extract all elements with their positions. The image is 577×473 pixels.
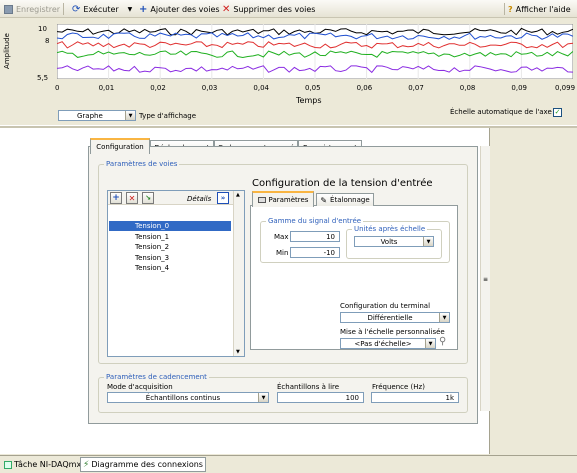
x-icon: ✕ — [222, 3, 231, 15]
x-tick: 0 — [55, 84, 60, 92]
remove-channel-button[interactable]: ✕ — [126, 192, 138, 204]
scroll-up-icon[interactable]: ▲ — [236, 192, 240, 198]
x-tick: 0,07 — [408, 84, 424, 92]
scaled-units-label: Unités après échelle — [352, 225, 428, 233]
details-label: Détails — [187, 195, 212, 203]
terminal-config-select[interactable]: Différentielle ▼ — [340, 312, 450, 323]
x-tick: 0,03 — [201, 84, 218, 92]
acquisition-mode-label: Mode d'acquisition — [107, 383, 173, 391]
tab-daqmx-task[interactable]: Tâche NI-DAQmx — [2, 457, 83, 472]
x-tick: 0,09 — [511, 84, 527, 92]
display-type-label: Type d'affichage — [139, 112, 197, 120]
autoscale-checkbox[interactable]: ✓ — [553, 108, 562, 117]
channel-list[interactable] — [107, 190, 245, 357]
chevron-down-icon: ▼ — [125, 111, 135, 120]
x-tick: 0,08 — [459, 84, 476, 92]
channel-list-scrollbar[interactable]: ▲ ▼ — [233, 191, 244, 356]
x-tick: 0,04 — [253, 84, 269, 92]
panel-scrollbar[interactable]: ≡ — [480, 146, 490, 411]
min-label: Min — [276, 249, 289, 257]
help-button[interactable]: ? Afficher l'aide — [508, 3, 571, 15]
channel-list-item[interactable]: Tension_3 — [109, 253, 231, 263]
channel-settings-label: Paramètres de voies — [104, 160, 180, 168]
x-tick: 0,06 — [356, 84, 373, 92]
help-icon: ? — [508, 4, 513, 14]
y-tick: 8 — [45, 37, 50, 45]
acquisition-mode-select[interactable]: Échantillons continus ▼ — [107, 392, 269, 403]
add-channel-button[interactable]: + — [110, 192, 122, 204]
refresh-icon: ⟳ — [72, 3, 81, 15]
y-axis-label: Amplitude — [3, 33, 11, 69]
save-icon — [4, 4, 13, 14]
custom-scaling-label: Mise à l'échelle personnalisée — [340, 328, 445, 336]
toolbar: Enregistrer ⟳ Exécuter ▼ + Ajouter des v… — [0, 0, 577, 18]
terminal-config-label: Configuration du terminal — [340, 302, 431, 310]
chevron-down-icon: ▼ — [423, 237, 433, 246]
autoscale-label: Échelle automatique de l'axe Y — [450, 108, 559, 116]
edit-icon: ↘ — [145, 194, 151, 202]
create-scale-icon[interactable]: ⚲ — [439, 336, 446, 347]
wrench-icon: ✎ — [320, 195, 328, 205]
x-tick: 0,099 — [555, 84, 576, 92]
max-label: Max — [274, 233, 289, 241]
channel-list-item[interactable]: Tension_0 — [109, 221, 231, 231]
scroll-down-icon[interactable]: ▼ — [236, 349, 240, 355]
parameters-icon — [257, 197, 266, 203]
chevron-down-icon: ▼ — [258, 393, 268, 402]
chevron-down-icon: ▼ — [425, 339, 435, 348]
rate-input[interactable]: 1k — [371, 392, 459, 403]
graph-panel: Amplitude 10 8 5,5 6 00,010,020,030,040,… — [0, 18, 577, 122]
rename-channel-button[interactable]: ↘ — [142, 192, 154, 204]
bottom-tab-bar: Tâche NI-DAQmx ⚡ Diagramme des connexion… — [0, 455, 577, 473]
remove-channels-button[interactable]: ✕ Supprimer des voies — [222, 3, 315, 15]
plot-canvas[interactable] — [57, 24, 573, 79]
x-tick: 0,02 — [150, 84, 166, 92]
config-title: Configuration de la tension d'entrée — [252, 178, 433, 189]
plus-icon: + — [139, 3, 148, 15]
x-icon: ✕ — [128, 193, 136, 203]
tab-connection-diagram[interactable]: ⚡ Diagramme des connexions — [80, 457, 206, 472]
plus-icon: + — [112, 193, 120, 203]
channel-list-item[interactable]: Tension_2 — [109, 242, 231, 252]
tab-configuration-active[interactable]: Configuration — [90, 138, 150, 154]
channel-list-item[interactable]: Tension_1 — [109, 232, 231, 242]
signal-range-label: Gamme du signal d'entrée — [266, 217, 364, 225]
chevron-down-icon: ▼ — [439, 313, 449, 322]
double-chevron-right-icon: » — [220, 194, 226, 202]
samples-to-read-input[interactable]: 100 — [277, 392, 364, 403]
run-button[interactable]: ⟳ Exécuter ▼ — [72, 3, 132, 15]
y-tick: 10 — [38, 25, 47, 33]
diagram-icon: ⚡ — [83, 459, 90, 470]
units-select[interactable]: Volts ▼ — [354, 236, 434, 247]
custom-scaling-select[interactable]: <Pas d'échelle> ▼ — [340, 338, 436, 349]
save-button[interactable]: Enregistrer — [4, 3, 60, 15]
rate-label: Fréquence (Hz) — [372, 383, 425, 391]
display-type-select[interactable]: Graphe ▼ — [58, 110, 136, 121]
channel-list-item[interactable]: Tension_4 — [109, 263, 231, 273]
chevron-down-icon[interactable]: ▼ — [128, 6, 133, 13]
samples-to-read-label: Échantillons à lire — [277, 383, 340, 391]
subtab-calibration[interactable]: ✎ Étalonnage — [316, 193, 374, 206]
add-channels-button[interactable]: + Ajouter des voies — [139, 3, 220, 15]
scroll-grip-icon: ≡ — [483, 276, 489, 283]
y-tick: 5,5 — [37, 74, 49, 82]
details-button[interactable]: » — [217, 192, 229, 204]
task-icon — [4, 460, 12, 469]
x-tick: 0,05 — [305, 84, 321, 92]
min-input[interactable]: -10 — [290, 247, 340, 258]
x-axis-label: Temps — [296, 96, 322, 105]
x-tick: 0,01 — [98, 84, 115, 92]
timing-settings-label: Paramètres de cadencement — [104, 373, 209, 381]
subtab-parameters[interactable]: Paramètres — [252, 191, 314, 207]
max-input[interactable]: 10 — [290, 231, 340, 242]
